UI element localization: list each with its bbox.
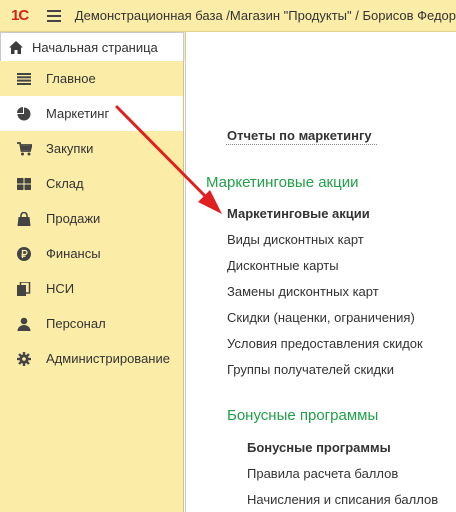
link-bonus-programs[interactable]: Бонусные программы — [247, 440, 391, 455]
sidebar-item-admin[interactable]: Администрирование — [0, 341, 183, 376]
sidebar: Главное Маркетинг Закупки Склад Продажи … — [0, 61, 184, 512]
reports-link[interactable]: Отчеты по маркетингу — [227, 128, 372, 143]
main-content: Отчеты по маркетингу Маркетинговые акции… — [185, 32, 456, 512]
sidebar-item-label: Финансы — [46, 246, 101, 261]
warehouse-icon — [16, 176, 32, 192]
sidebar-item-label: Продажи — [46, 211, 101, 226]
sidebar-item-sales[interactable]: Продажи — [0, 201, 183, 236]
documents-icon — [16, 281, 32, 297]
window-title: Демонстрационная база /Магазин "Продукты… — [74, 8, 456, 23]
sidebar-item-label: Маркетинг — [46, 106, 110, 121]
list-icon — [16, 71, 32, 87]
sidebar-item-label: Закупки — [46, 141, 94, 156]
link-discount-conditions[interactable]: Условия предоставления скидок — [227, 336, 423, 351]
sidebar-item-warehouse[interactable]: Склад — [0, 166, 183, 201]
sidebar-item-label: Главное — [46, 71, 96, 86]
section-title-bonus-programs: Бонусные программы — [227, 407, 379, 424]
link-marketing-actions[interactable]: Маркетинговые акции — [227, 206, 370, 221]
section-title-marketing-actions: Маркетинговые акции — [206, 174, 359, 191]
home-icon — [9, 40, 23, 54]
pie-chart-icon — [16, 106, 32, 122]
reports-link-underline — [226, 144, 377, 145]
sidebar-item-marketing[interactable]: Маркетинг — [0, 96, 183, 131]
sidebar-item-personnel[interactable]: Персонал — [0, 306, 183, 341]
menu-icon[interactable] — [39, 0, 68, 31]
link-discount-card-types[interactable]: Виды дисконтных карт — [227, 232, 364, 247]
sidebar-item-label: Склад — [46, 176, 84, 191]
sidebar-item-purchases[interactable]: Закупки — [0, 131, 183, 166]
link-points-accruals[interactable]: Начисления и списания баллов — [247, 492, 438, 507]
app-logo[interactable]: 1С — [0, 0, 39, 31]
tab-home-label: Начальная страница — [32, 39, 158, 55]
ruble-icon — [16, 246, 32, 262]
tab-home[interactable]: Начальная страница — [0, 32, 184, 61]
person-icon — [16, 316, 32, 332]
cart-icon — [16, 141, 32, 157]
gear-icon — [16, 351, 32, 367]
link-discount-recipient-groups[interactable]: Группы получателей скидки — [227, 362, 394, 377]
sidebar-item-nsi[interactable]: НСИ — [0, 271, 183, 306]
link-discount-card-replacements[interactable]: Замены дисконтных карт — [227, 284, 379, 299]
link-discounts[interactable]: Скидки (наценки, ограничения) — [227, 310, 415, 325]
link-points-calculation-rules[interactable]: Правила расчета баллов — [247, 466, 398, 481]
sidebar-item-finance[interactable]: Финансы — [0, 236, 183, 271]
title-bar: 1С Демонстрационная база /Магазин "Проду… — [0, 0, 456, 32]
sidebar-item-main[interactable]: Главное — [0, 61, 183, 96]
sidebar-item-label: Персонал — [46, 316, 106, 331]
sidebar-item-label: Администрирование — [46, 351, 170, 366]
bag-icon — [16, 211, 32, 227]
link-discount-cards[interactable]: Дисконтные карты — [227, 258, 339, 273]
sidebar-item-label: НСИ — [46, 281, 75, 296]
